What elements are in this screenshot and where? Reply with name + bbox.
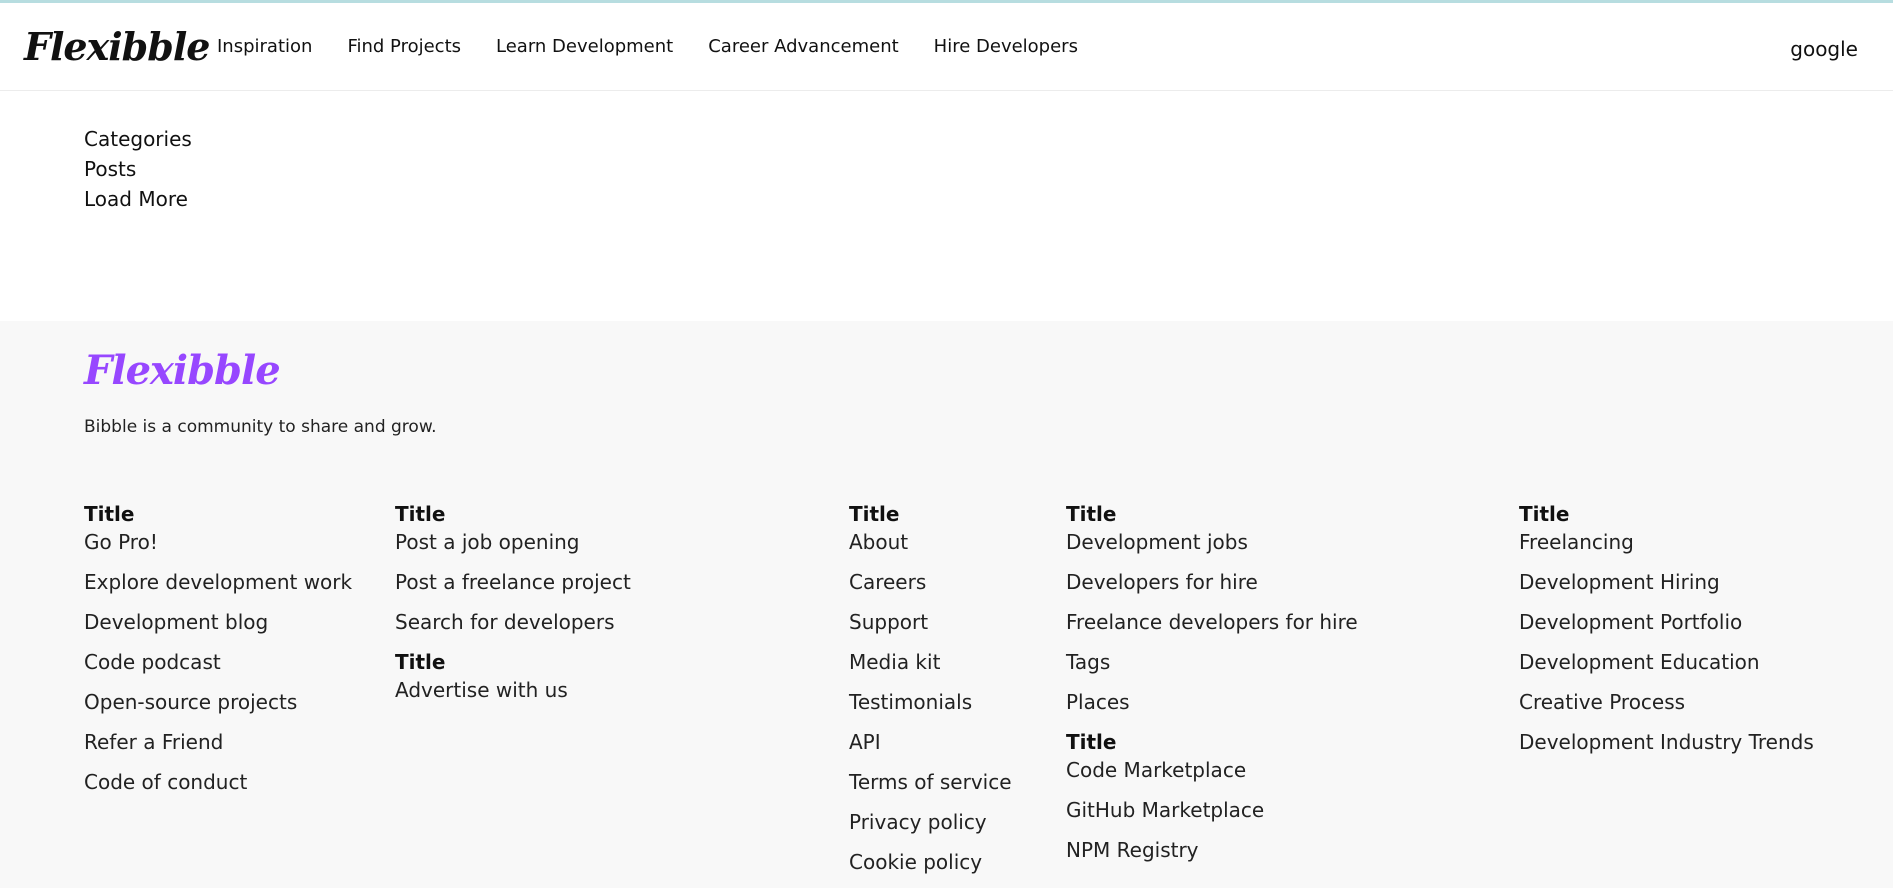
footer-link-development-blog[interactable]: Development blog [84, 608, 352, 636]
nav-link-learn-development[interactable]: Learn Development [496, 36, 673, 57]
footer-column-title: Title [395, 502, 446, 526]
footer-link-go-pro[interactable]: Go Pro! [84, 528, 352, 556]
footer-link-open-source-projects[interactable]: Open-source projects [84, 688, 352, 716]
footer-link-media-kit[interactable]: Media kit [849, 648, 1012, 676]
brand-logo[interactable]: Flexibble [24, 24, 210, 69]
footer-link-post-a-freelance-project[interactable]: Post a freelance project [395, 568, 631, 596]
footer-column-2: Title Post a job opening Post a freelanc… [395, 500, 631, 716]
footer-link-development-hiring[interactable]: Development Hiring [1519, 568, 1814, 596]
footer-link-tags[interactable]: Tags [1066, 648, 1358, 676]
categories-link[interactable]: Categories [84, 124, 1893, 154]
navbar: Flexibble Inspiration Find Projects Lear… [0, 3, 1893, 91]
footer-link-creative-process[interactable]: Creative Process [1519, 688, 1814, 716]
footer-link-code-of-conduct[interactable]: Code of conduct [84, 768, 352, 796]
footer-column-4: Title Development jobs Developers for hi… [1066, 500, 1358, 876]
footer-link-about[interactable]: About [849, 528, 1012, 556]
footer-link-npm-registry[interactable]: NPM Registry [1066, 836, 1358, 864]
footer-logo[interactable]: Flexibble [84, 347, 281, 394]
main-content: Categories Posts Load More [0, 91, 1893, 321]
footer-link-refer-a-friend[interactable]: Refer a Friend [84, 728, 352, 756]
footer-link-search-for-developers[interactable]: Search for developers [395, 608, 631, 636]
footer-link-development-portfolio[interactable]: Development Portfolio [1519, 608, 1814, 636]
footer-link-code-podcast[interactable]: Code podcast [84, 648, 352, 676]
footer-link-freelancing[interactable]: Freelancing [1519, 528, 1814, 556]
footer-column-subtitle: Title [395, 650, 446, 674]
nav-link-hire-developers[interactable]: Hire Developers [934, 36, 1078, 57]
footer-link-explore-development-work[interactable]: Explore development work [84, 568, 352, 596]
footer-column-1: Title Go Pro! Explore development work D… [84, 500, 352, 808]
footer-link-advertise-with-us[interactable]: Advertise with us [395, 676, 631, 704]
footer-link-freelance-developers-for-hire[interactable]: Freelance developers for hire [1066, 608, 1358, 636]
footer-link-development-jobs[interactable]: Development jobs [1066, 528, 1358, 556]
footer-link-careers[interactable]: Careers [849, 568, 1012, 596]
nav-link-find-projects[interactable]: Find Projects [347, 36, 461, 57]
footer-link-privacy-policy[interactable]: Privacy policy [849, 808, 1012, 836]
footer-link-cookie-policy[interactable]: Cookie policy [849, 848, 1012, 876]
footer-link-testimonials[interactable]: Testimonials [849, 688, 1012, 716]
footer-link-support[interactable]: Support [849, 608, 1012, 636]
footer-column-subtitle: Title [1066, 730, 1117, 754]
posts-link[interactable]: Posts [84, 154, 1893, 184]
nav-link-inspiration[interactable]: Inspiration [217, 36, 312, 57]
footer-link-api[interactable]: API [849, 728, 1012, 756]
footer-link-post-a-job-opening[interactable]: Post a job opening [395, 528, 631, 556]
footer-column-title: Title [84, 502, 135, 526]
footer-link-github-marketplace[interactable]: GitHub Marketplace [1066, 796, 1358, 824]
footer-column-title: Title [1066, 502, 1117, 526]
main-nav: Inspiration Find Projects Learn Developm… [217, 36, 1113, 57]
footer-tagline: Bibble is a community to share and grow. [84, 417, 437, 437]
footer-link-developers-for-hire[interactable]: Developers for hire [1066, 568, 1358, 596]
footer-column-3: Title About Careers Support Media kit Te… [849, 500, 1012, 888]
footer-link-terms-of-service[interactable]: Terms of service [849, 768, 1012, 796]
footer-column-5: Title Freelancing Development Hiring Dev… [1519, 500, 1814, 768]
footer: Flexibble Bibble is a community to share… [0, 321, 1893, 888]
footer-column-title: Title [849, 502, 900, 526]
nav-link-career-advancement[interactable]: Career Advancement [708, 36, 898, 57]
footer-link-places[interactable]: Places [1066, 688, 1358, 716]
footer-link-development-industry-trends[interactable]: Development Industry Trends [1519, 728, 1814, 756]
footer-link-code-marketplace[interactable]: Code Marketplace [1066, 756, 1358, 784]
footer-column-title: Title [1519, 502, 1570, 526]
footer-link-development-education[interactable]: Development Education [1519, 648, 1814, 676]
google-sign-in-link[interactable]: google [1790, 37, 1858, 61]
load-more-button[interactable]: Load More [84, 184, 1893, 214]
